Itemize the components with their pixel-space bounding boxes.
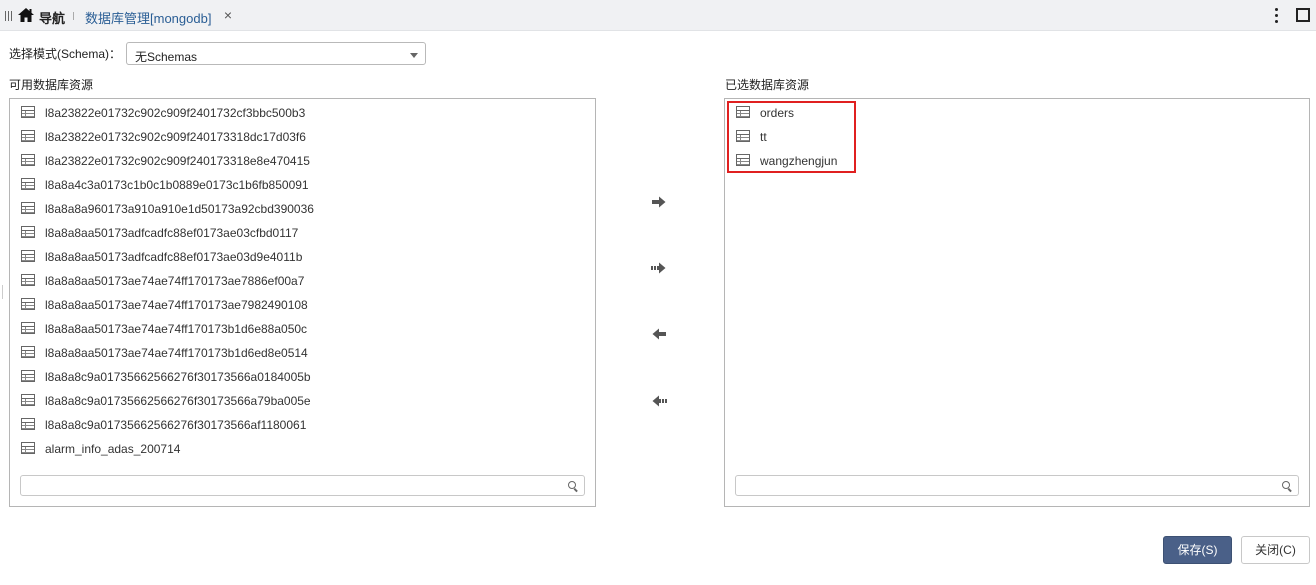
- move-right-icon[interactable]: [650, 194, 668, 210]
- grip-icon[interactable]: [5, 11, 13, 21]
- list-item[interactable]: l8a8a8c9a01735662566276f30173566a0184005…: [10, 364, 595, 388]
- table-icon: [736, 106, 750, 118]
- table-icon: [736, 154, 750, 166]
- list-item[interactable]: l8a8a8aa50173ae74ae74ff170173b1d6ed8e051…: [10, 340, 595, 364]
- list-item[interactable]: l8a8a8a960173a910a910e1d50173a92cbd39003…: [10, 196, 595, 220]
- list-item-label: l8a8a8c9a01735662566276f30173566a0184005…: [45, 370, 311, 384]
- move-all-right-icon[interactable]: [650, 260, 668, 276]
- table-icon: [21, 346, 35, 358]
- home-icon[interactable]: [18, 8, 34, 22]
- list-item[interactable]: l8a23822e01732c902c909f2401732cf3bbc500b…: [10, 100, 595, 124]
- search-icon[interactable]: [1282, 481, 1292, 492]
- list-item-label: tt: [760, 130, 767, 144]
- selected-search-input[interactable]: [735, 475, 1299, 496]
- list-item-label: l8a8a4c3a0173c1b0c1b0889e0173c1b6fb85009…: [45, 178, 309, 192]
- table-icon: [21, 418, 35, 430]
- list-item-label: l8a8a8aa50173ae74ae74ff170173b1d6ed8e051…: [45, 346, 308, 360]
- list-item[interactable]: l8a8a8c9a01735662566276f30173566a79ba005…: [10, 388, 595, 412]
- selected-resources-list: orders tt wangzhengjun: [725, 99, 1309, 172]
- schema-selected-value: 无Schemas: [135, 50, 198, 64]
- table-icon: [21, 322, 35, 334]
- list-item[interactable]: l8a8a8aa50173ae74ae74ff170173ae7886ef00a…: [10, 268, 595, 292]
- list-item-label: l8a8a8aa50173ae74ae74ff170173b1d6e88a050…: [45, 322, 308, 336]
- list-item[interactable]: l8a23822e01732c902c909f240173318e8e47041…: [10, 148, 595, 172]
- table-icon: [21, 442, 35, 454]
- tab-divider: [73, 12, 74, 20]
- available-resources-title: 可用数据库资源: [9, 78, 94, 92]
- list-item-label: l8a8a8aa50173ae74ae74ff170173ae798249010…: [45, 298, 308, 312]
- list-item[interactable]: l8a8a8aa50173adfcadfc88ef0173ae03cfbd011…: [10, 220, 595, 244]
- table-icon: [21, 274, 35, 286]
- table-icon: [21, 250, 35, 262]
- list-item-label: l8a8a8aa50173adfcadfc88ef0173ae03cfbd011…: [45, 226, 299, 240]
- table-icon: [736, 130, 750, 142]
- list-item-label: alarm_info_adas_200714: [45, 442, 181, 456]
- close-button[interactable]: 关闭(C): [1241, 536, 1310, 564]
- list-item-label: orders: [760, 106, 795, 120]
- table-icon: [21, 178, 35, 190]
- list-item[interactable]: l8a8a8c9a01735662566276f30173566af118006…: [10, 412, 595, 436]
- schema-label: 选择模式(Schema)：: [9, 47, 122, 61]
- save-button[interactable]: 保存(S): [1163, 536, 1232, 564]
- available-resources-panel: l8a23822e01732c902c909f2401732cf3bbc500b…: [9, 98, 596, 507]
- list-item[interactable]: tt: [725, 124, 1309, 148]
- list-item[interactable]: alarm_info_adas_200714: [10, 436, 595, 460]
- search-icon[interactable]: [568, 481, 578, 492]
- table-icon: [21, 154, 35, 166]
- chevron-down-icon[interactable]: [410, 53, 418, 58]
- list-item-label: l8a8a8c9a01735662566276f30173566af118006…: [45, 418, 307, 432]
- selected-resources-title: 已选数据库资源: [725, 78, 810, 92]
- schema-select[interactable]: 无Schemas: [126, 42, 426, 65]
- list-item[interactable]: wangzhengjun: [725, 148, 1309, 172]
- available-search-input[interactable]: [20, 475, 585, 496]
- move-all-left-icon[interactable]: [650, 393, 668, 409]
- list-item[interactable]: l8a8a8aa50173ae74ae74ff170173ae798249010…: [10, 292, 595, 316]
- table-icon: [21, 226, 35, 238]
- list-item[interactable]: orders: [725, 100, 1309, 124]
- list-item-label: l8a8a8aa50173ae74ae74ff170173ae7886ef00a…: [45, 274, 305, 288]
- table-icon: [21, 130, 35, 142]
- list-item-label: l8a23822e01732c902c909f240173318e8e47041…: [45, 154, 310, 168]
- list-item[interactable]: l8a8a8aa50173adfcadfc88ef0173ae03d9e4011…: [10, 244, 595, 268]
- list-item[interactable]: l8a23822e01732c902c909f240173318dc17d03f…: [10, 124, 595, 148]
- list-item-label: wangzhengjun: [760, 154, 838, 168]
- table-icon: [21, 394, 35, 406]
- close-icon[interactable]: ×: [222, 7, 234, 23]
- move-left-icon[interactable]: [650, 326, 668, 342]
- table-icon: [21, 298, 35, 310]
- available-resources-list: l8a23822e01732c902c909f2401732cf3bbc500b…: [10, 99, 595, 460]
- list-item-label: l8a8a8aa50173adfcadfc88ef0173ae03d9e4011…: [45, 250, 303, 264]
- list-item[interactable]: l8a8a8aa50173ae74ae74ff170173b1d6e88a050…: [10, 316, 595, 340]
- list-item-label: l8a23822e01732c902c909f2401732cf3bbc500b…: [45, 106, 306, 120]
- selected-resources-panel: orders tt wangzhengjun: [724, 98, 1310, 507]
- maximize-icon[interactable]: [1296, 8, 1310, 22]
- tab-bar: 导航 数据库管理[mongodb] ×: [0, 0, 1316, 31]
- list-item-label: l8a23822e01732c902c909f240173318dc17d03f…: [45, 130, 306, 144]
- list-item-label: l8a8a8c9a01735662566276f30173566a79ba005…: [45, 394, 311, 408]
- table-icon: [21, 202, 35, 214]
- list-item-label: l8a8a8a960173a910a910e1d50173a92cbd39003…: [45, 202, 314, 216]
- more-vertical-icon[interactable]: [1272, 7, 1280, 23]
- tab-database-management[interactable]: 数据库管理[mongodb]: [85, 8, 211, 27]
- table-icon: [21, 370, 35, 382]
- list-item[interactable]: l8a8a4c3a0173c1b0c1b0889e0173c1b6fb85009…: [10, 172, 595, 196]
- resize-handle[interactable]: [2, 285, 4, 299]
- nav-tab-label[interactable]: 导航: [39, 8, 65, 27]
- table-icon: [21, 106, 35, 118]
